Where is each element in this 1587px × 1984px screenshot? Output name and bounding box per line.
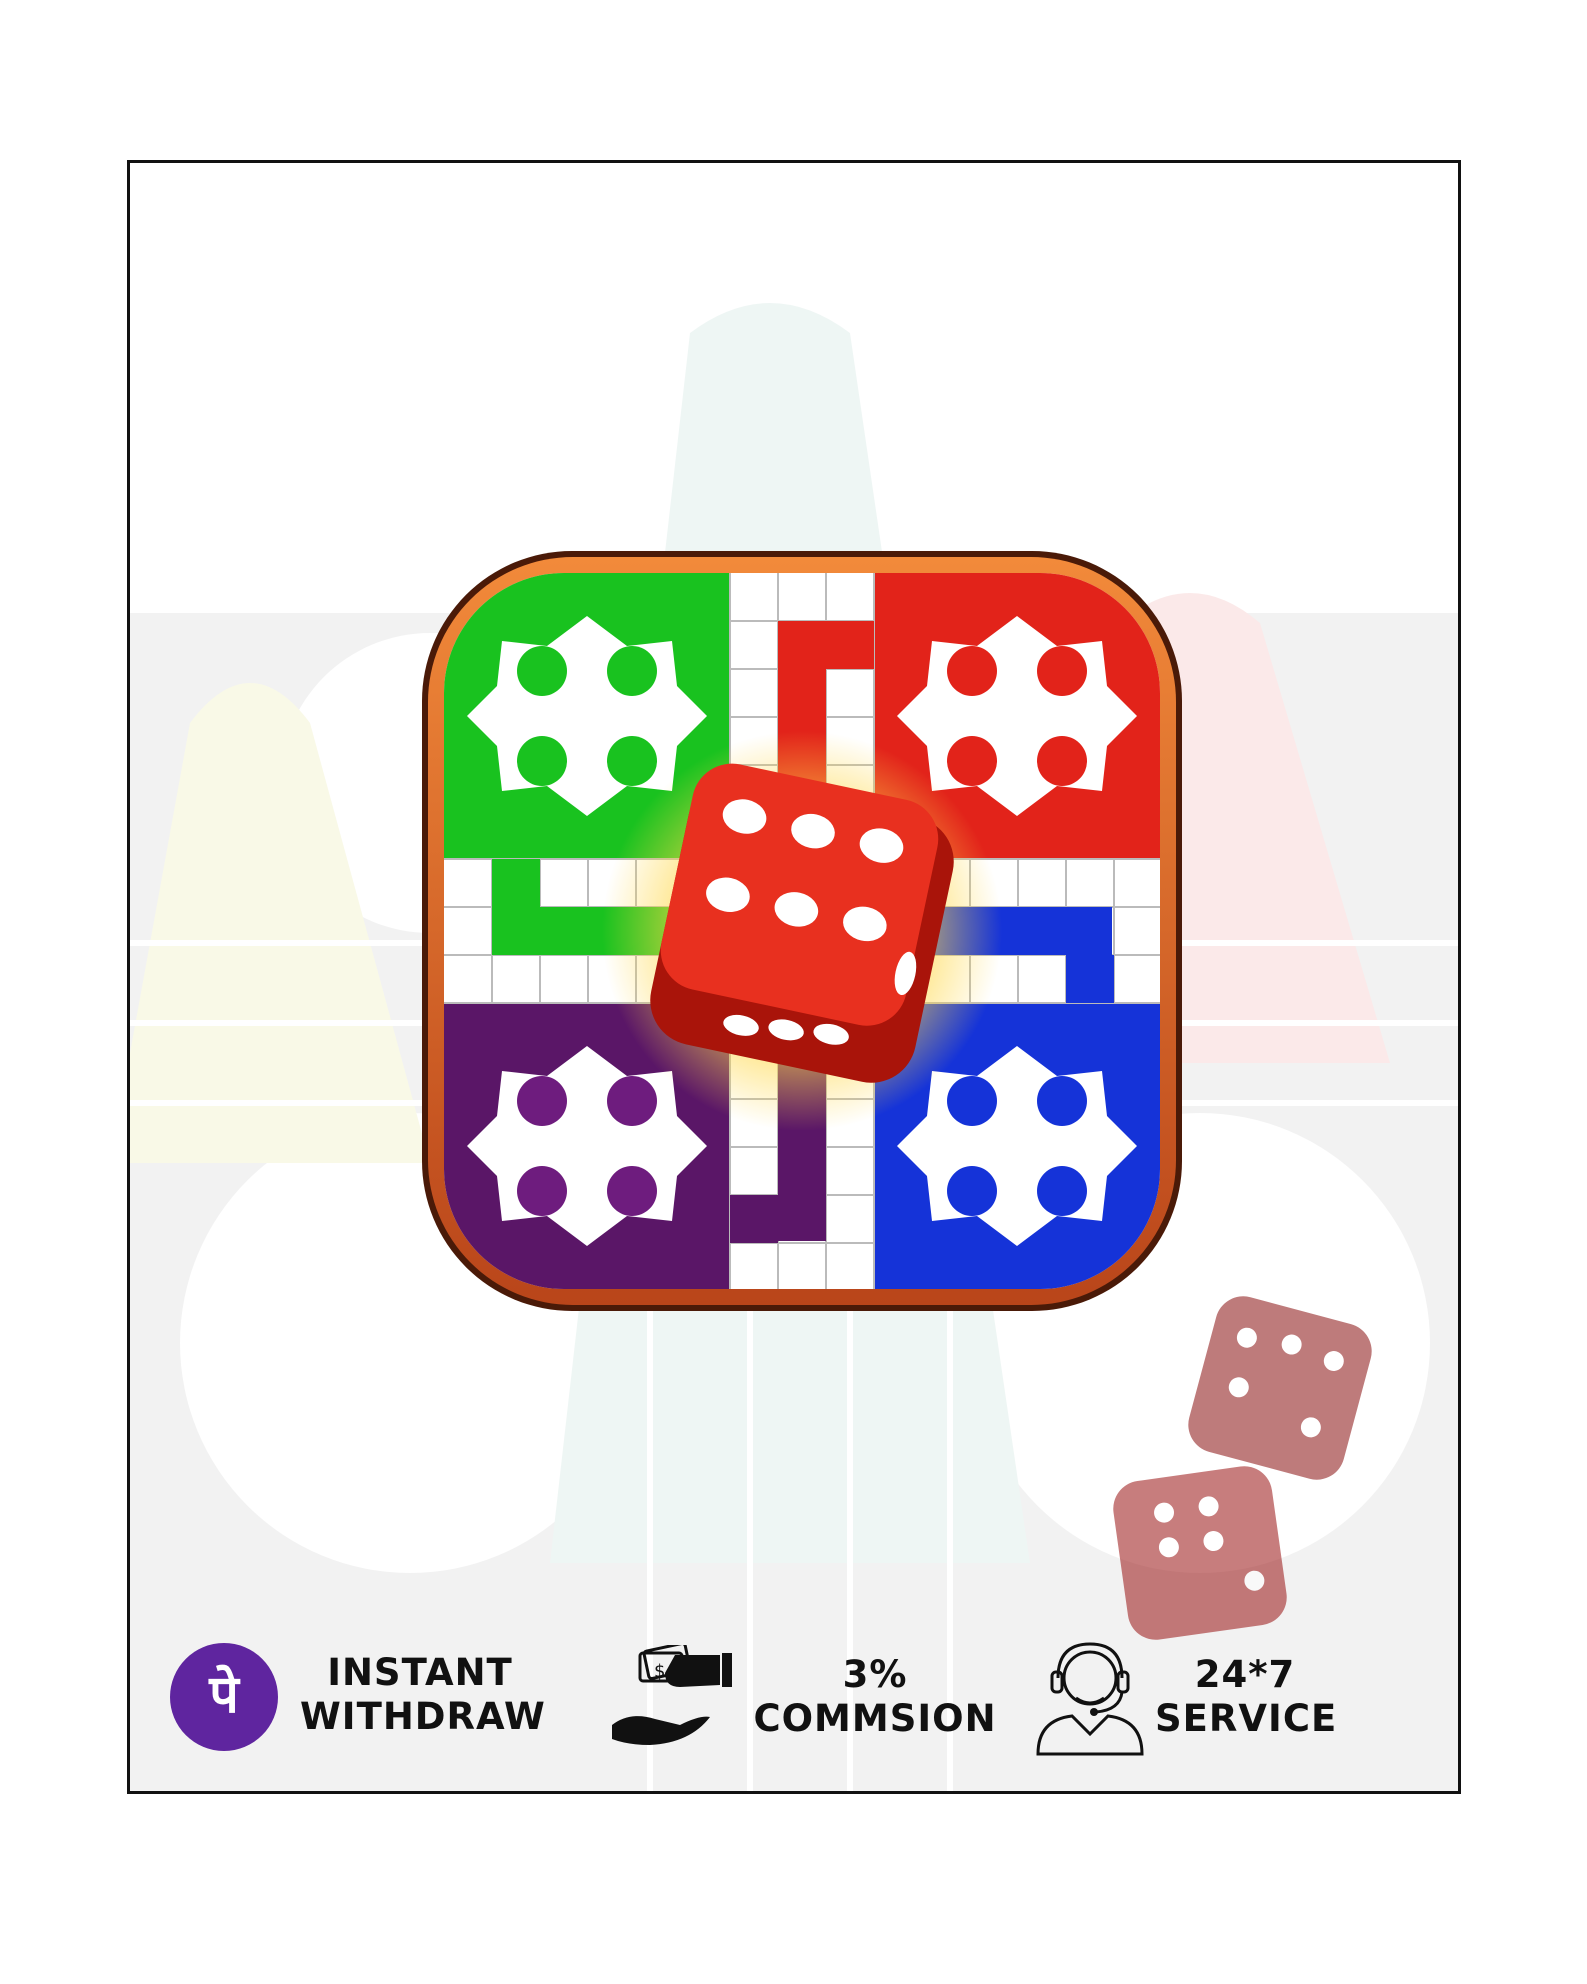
money-hand-icon: $ — [612, 1645, 732, 1745]
feature-line-1: INSTANT — [327, 1651, 513, 1694]
instant-withdraw-label: INSTANT WITHDRAW — [300, 1651, 546, 1739]
phonepe-logo-glyph: पे — [209, 1665, 239, 1725]
ludo-app-icon — [422, 551, 1182, 1311]
feature-line-2: SERVICE — [1155, 1697, 1338, 1740]
feature-instant-withdraw: पे INSTANT WITHDRAW — [170, 1623, 570, 1773]
feature-line-1: 24*7 — [1194, 1653, 1296, 1696]
features-strip: पे INSTANT WITHDRAW $ 3% COMMSION 24*7 S… — [130, 1623, 1458, 1773]
support-agent-icon — [1036, 1642, 1144, 1756]
feature-commission: $ 3% COMMSION — [610, 1623, 1030, 1773]
feature-line-2: WITHDRAW — [300, 1695, 546, 1738]
feature-line-2: COMMSION — [753, 1697, 997, 1740]
decorative-dice-pair — [1113, 1296, 1372, 1640]
feature-service: 24*7 SERVICE — [1030, 1623, 1430, 1773]
svg-text:$: $ — [654, 1661, 665, 1682]
commission-label: 3% COMMSION — [750, 1653, 1000, 1741]
poster-frame: पे INSTANT WITHDRAW $ 3% COMMSION 24*7 S… — [127, 160, 1461, 1794]
feature-line-1: 3% — [842, 1653, 908, 1696]
phonepe-logo: पे — [170, 1643, 278, 1751]
service-label: 24*7 SERVICE — [1155, 1653, 1338, 1741]
